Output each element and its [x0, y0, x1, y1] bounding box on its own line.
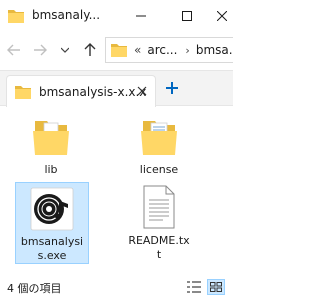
folder-icon: [33, 121, 69, 155]
close-icon[interactable]: [135, 84, 149, 98]
file-item-readme[interactable]: README.tx t: [122, 182, 196, 264]
large-icons-view-button[interactable]: [207, 279, 225, 295]
forward-button[interactable]: [30, 40, 50, 60]
address-segment[interactable]: bmsa...: [196, 43, 233, 57]
plus-icon: [166, 82, 178, 94]
arrow-up-icon: [84, 43, 96, 56]
arrow-right-icon: [34, 44, 47, 56]
tab-label: bmsanalysis-x.x.x: [39, 84, 147, 99]
tab-bmsanalysis[interactable]: bmsanalysis-x.x.x: [6, 75, 156, 107]
maximize-icon: [182, 11, 192, 21]
file-item-lib[interactable]: lib: [14, 113, 88, 181]
close-button[interactable]: [210, 0, 233, 32]
minimize-button[interactable]: [118, 0, 164, 32]
address-overflow-button[interactable]: «: [134, 43, 141, 57]
file-item-license[interactable]: license: [122, 113, 196, 181]
minimize-icon: [136, 15, 146, 17]
new-tab-button[interactable]: [163, 79, 181, 97]
text-document-icon: [143, 185, 175, 229]
music-disc-icon: [30, 187, 74, 231]
chevron-down-icon: [61, 47, 69, 53]
folder-icon: [141, 121, 177, 155]
large-icons-view-icon: [210, 282, 222, 292]
back-button[interactable]: [4, 40, 24, 60]
status-bar: 4 個の項目: [0, 275, 233, 299]
folder-icon: [15, 85, 31, 99]
folder-icon: [8, 10, 24, 23]
arrow-left-icon: [7, 44, 20, 56]
folder-icon: [111, 44, 127, 57]
file-name: README.tx t: [128, 234, 190, 261]
chevron-right-icon[interactable]: ›: [185, 44, 189, 57]
file-item-bmsanalysis-exe[interactable]: bmsanalysi s.exe: [15, 182, 89, 264]
item-count: 4 個の項目: [7, 282, 62, 295]
window-title: bmsanaly...: [32, 8, 101, 22]
file-name: bmsanalysi s.exe: [20, 235, 84, 262]
title-bar[interactable]: bmsanaly...: [0, 0, 233, 32]
up-button[interactable]: [80, 40, 100, 60]
address-segment[interactable]: arc...: [147, 43, 177, 57]
file-name: license: [139, 163, 179, 176]
details-view-icon[interactable]: [187, 281, 201, 293]
tab-bar: bmsanalysis-x.x.x: [0, 70, 233, 107]
file-name: lib: [44, 163, 58, 176]
maximize-button[interactable]: [164, 0, 210, 32]
file-view: lib license bmsanalysi s.exe README.tx t: [0, 107, 233, 275]
recent-locations-button[interactable]: [58, 40, 72, 60]
close-icon: [216, 11, 227, 21]
address-bar[interactable]: « arc... › bmsa...: [105, 37, 233, 63]
